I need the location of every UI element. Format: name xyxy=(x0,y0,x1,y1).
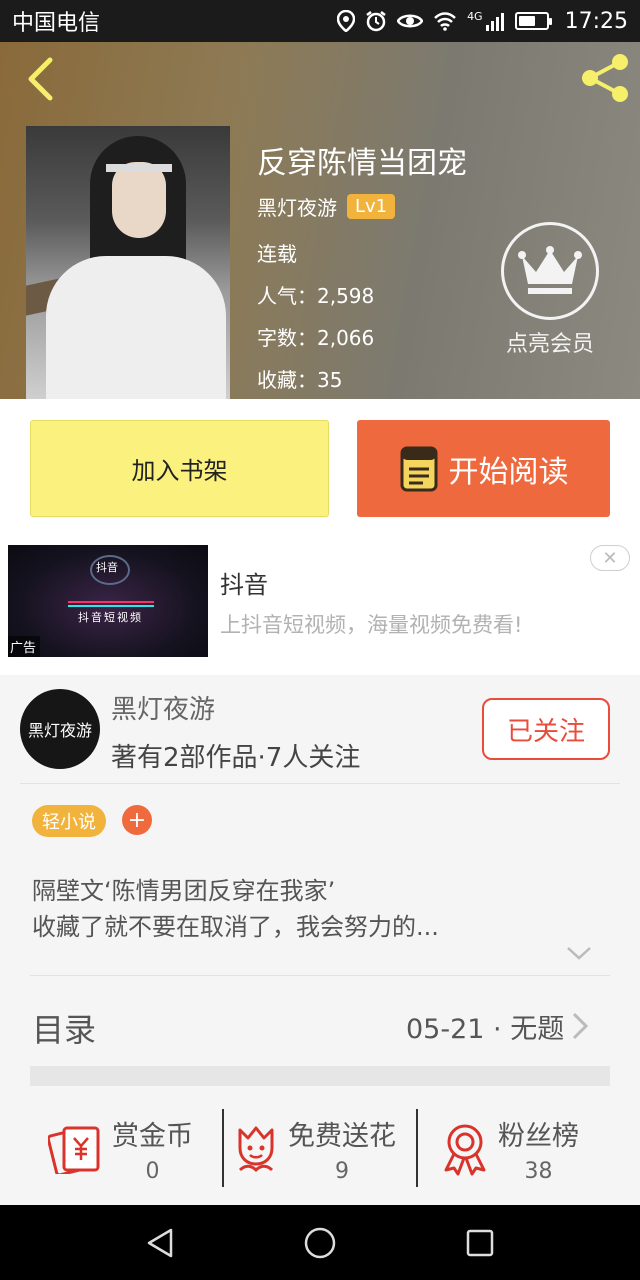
reward-coins[interactable]: 赏金币 0 xyxy=(48,1109,193,1189)
share-button[interactable] xyxy=(576,50,636,106)
avatar[interactable]: 黑灯夜游 xyxy=(20,689,100,769)
crown-icon xyxy=(518,246,582,294)
chevron-down-icon[interactable] xyxy=(566,945,592,961)
description-line-1: 隔壁文‘陈情男团反穿在我家’ xyxy=(32,877,336,905)
author-name-detail[interactable]: 黑灯夜游 xyxy=(111,689,215,726)
wifi-icon xyxy=(434,12,456,31)
back-button[interactable] xyxy=(18,54,62,104)
favorites-count: 收藏：35 xyxy=(257,368,343,392)
author-row: 黑灯夜游 Lv1 xyxy=(257,192,396,221)
add-to-shelf-label: 加入书架 xyxy=(131,457,228,485)
divider xyxy=(416,1109,418,1187)
clock: 17:25 xyxy=(564,8,628,34)
add-tag-button[interactable]: + xyxy=(122,805,152,835)
nav-back-button[interactable] xyxy=(142,1225,178,1261)
free-flowers-value: 9 xyxy=(335,1159,349,1184)
ad-description: 上抖音短视频，海量视频免费看! xyxy=(220,613,523,637)
book-icon xyxy=(400,446,437,491)
book-cover[interactable] xyxy=(26,126,230,399)
genre-tag[interactable]: 轻小说 xyxy=(32,805,106,837)
vip-label: 点亮会员 xyxy=(505,332,594,357)
ad-app-logo-text: 抖音 xyxy=(96,561,118,574)
ad-close-button[interactable]: ✕ xyxy=(590,545,630,571)
battery-icon xyxy=(514,12,552,30)
ad-tag: 广告 xyxy=(8,636,41,657)
book-header: 反穿陈情当团宠 黑灯夜游 Lv1 连载 人气：2,598 字数：2,066 收藏… xyxy=(0,42,640,399)
divider xyxy=(222,1109,224,1187)
location-icon xyxy=(337,10,356,32)
share-icon xyxy=(582,54,628,102)
word-count: 字数：2,066 xyxy=(257,326,375,350)
nav-recents-button[interactable] xyxy=(462,1225,498,1261)
book-title: 反穿陈情当团宠 xyxy=(257,146,467,181)
fan-ranking[interactable]: 粉丝榜 38 xyxy=(440,1109,579,1189)
divider xyxy=(20,783,620,784)
triangle-back-icon xyxy=(147,1228,173,1258)
system-nav-bar xyxy=(0,1205,640,1280)
nav-home-button[interactable] xyxy=(302,1225,338,1261)
chevron-left-icon xyxy=(28,57,53,101)
latest-chapter[interactable]: 05-21 · 无题 xyxy=(406,1007,564,1046)
signal-icon xyxy=(485,13,504,31)
author-name[interactable]: 黑灯夜游 xyxy=(257,192,337,221)
alarm-icon xyxy=(366,11,386,32)
fan-ranking-value: 38 xyxy=(524,1159,553,1184)
ad-banner[interactable]: 抖音 抖音短视频 广告 抖音 上抖音短视频，海量视频免费看! ✕ xyxy=(0,537,640,675)
author-section: 黑灯夜游 黑灯夜游 著有2部作品·7人关注 已关注 轻小说 + 隔壁文‘陈情男团… xyxy=(0,675,640,1205)
close-icon: ✕ xyxy=(602,547,618,569)
vip-button[interactable]: 点亮会员 xyxy=(500,222,600,358)
carrier-name: 中国电信 xyxy=(12,11,101,36)
reward-coins-value: 0 xyxy=(145,1159,160,1184)
follow-button[interactable]: 已关注 xyxy=(482,698,610,760)
action-bar: 加入书架 开始阅读 xyxy=(0,399,640,537)
start-reading-label: 开始阅读 xyxy=(448,454,569,490)
medal-icon xyxy=(444,1124,486,1176)
flower-icon xyxy=(238,1126,274,1173)
status-bar: 中国电信 4G 17:25 xyxy=(0,0,640,42)
start-reading-button[interactable]: 开始阅读 xyxy=(357,420,610,517)
status-icons: 4G 17:25 xyxy=(337,9,628,34)
free-flowers-label: 免费送花 xyxy=(288,1121,396,1152)
eye-icon xyxy=(397,14,424,28)
divider xyxy=(30,975,610,976)
ad-slogan: 抖音短视频 xyxy=(78,611,143,624)
chevron-right-icon[interactable] xyxy=(570,1011,590,1041)
level-badge: Lv1 xyxy=(347,194,396,219)
square-recents-icon xyxy=(466,1229,494,1257)
reward-coins-label: 赏金币 xyxy=(112,1121,193,1152)
circle-home-icon xyxy=(304,1227,336,1259)
popularity-count: 人气：2,598 xyxy=(257,284,375,308)
author-stats: 著有2部作品·7人关注 xyxy=(111,743,361,773)
avatar-text: 黑灯夜游 xyxy=(27,721,92,740)
add-to-shelf-button[interactable]: 加入书架 xyxy=(30,420,329,517)
vip-circle xyxy=(501,222,599,320)
red-packet-icon xyxy=(48,1126,100,1174)
catalog-label[interactable]: 目录 xyxy=(32,1005,96,1051)
network-type: 4G xyxy=(467,9,483,23)
ad-image[interactable]: 抖音 抖音短视频 广告 xyxy=(8,545,208,657)
follow-label: 已关注 xyxy=(506,716,585,747)
fan-ranking-label: 粉丝榜 xyxy=(498,1121,579,1152)
ad-title: 抖音 xyxy=(220,571,268,599)
description-line-2: 收藏了就不要在取消了，我会努力的... xyxy=(32,913,439,941)
serial-status: 连载 xyxy=(257,242,297,266)
free-flowers[interactable]: 免费送花 9 xyxy=(232,1109,396,1189)
section-divider xyxy=(30,1066,610,1086)
